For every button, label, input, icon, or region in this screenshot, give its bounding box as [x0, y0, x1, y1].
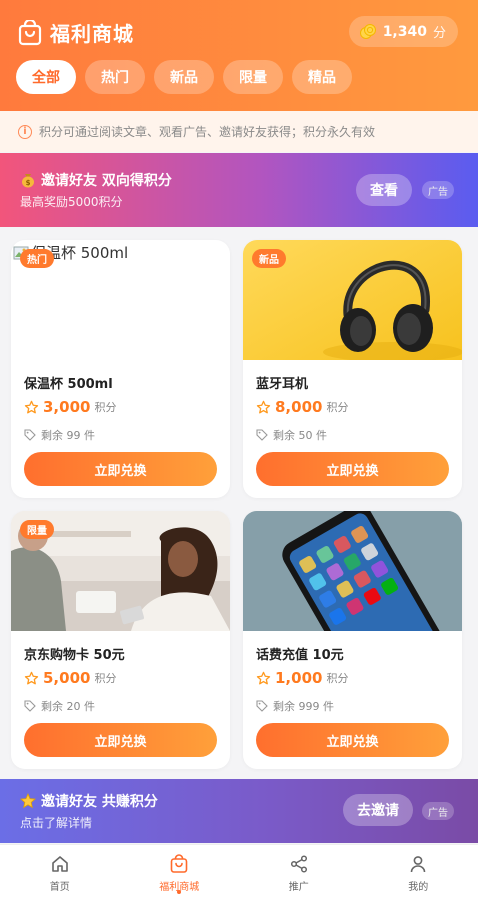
share-icon — [290, 855, 307, 873]
product-card[interactable]: 保温杯 500ml 热门 保温杯 500ml 3,000 积分 剩余 99 件 … — [11, 240, 230, 498]
product-name: 保温杯 500ml — [24, 377, 113, 392]
product-name: 蓝牙耳机 — [256, 377, 309, 392]
active-indicator — [177, 890, 182, 894]
star-icon — [20, 793, 36, 809]
coin-icon — [359, 23, 376, 39]
price-value: 3,000 — [43, 398, 91, 416]
star-icon — [256, 671, 271, 684]
redeem-button[interactable]: 立即兑换 — [256, 452, 449, 486]
nav-home[interactable]: 首页 — [0, 845, 120, 899]
star-icon — [256, 400, 271, 413]
price-unit: 积分 — [94, 672, 117, 685]
points-balance[interactable]: 1,340 分 — [348, 16, 458, 47]
ad-tag: 广告 — [422, 802, 454, 820]
tab-limited[interactable]: 限量 — [223, 60, 283, 94]
banner-title: 邀请好友 共赚积分 — [41, 794, 158, 810]
product-price: 8,000 积分 — [256, 398, 348, 416]
star-icon — [24, 671, 39, 684]
header: 福利商城 1,340 分 全部 热门 新品 限量 精品 — [0, 0, 478, 111]
shopping-bag-icon — [170, 854, 188, 873]
product-card[interactable]: 话费充值 10元 1,000 积分 剩余 999 件 立即兑换 — [243, 511, 462, 769]
notice-bar: i 积分可通过阅读文章、观看广告、邀请好友获得；积分永久有效 — [0, 111, 478, 152]
invite-button[interactable]: 去邀请 — [343, 794, 413, 826]
product-stock: 剩余 99 件 — [24, 427, 95, 443]
product-card[interactable]: 限量 京东购物卡 50元 5,000 积分 剩余 20 件 立即兑换 — [11, 511, 230, 769]
product-name: 京东购物卡 50元 — [24, 648, 125, 663]
price-unit: 积分 — [94, 401, 117, 414]
product-stock: 剩余 20 件 — [24, 698, 95, 714]
badge-hot: 热门 — [20, 249, 54, 268]
user-icon — [410, 856, 426, 873]
category-tabs: 全部 热门 新品 限量 精品 — [16, 60, 352, 94]
view-button[interactable]: 查看 — [356, 174, 412, 206]
price-value: 8,000 — [275, 398, 323, 416]
home-icon — [51, 856, 68, 872]
ad-tag: 广告 — [422, 181, 454, 199]
product-price: 3,000 积分 — [24, 398, 116, 416]
tag-icon — [24, 429, 36, 441]
redeem-button[interactable]: 立即兑换 — [24, 452, 217, 486]
money-bag-icon: $ — [22, 174, 34, 188]
banner-subtitle: 点击了解详情 — [20, 816, 93, 830]
product-price: 1,000 积分 — [256, 669, 348, 687]
points-unit: 分 — [432, 26, 446, 41]
notice-text: 积分可通过阅读文章、观看广告、邀请好友获得；积分永久有效 — [39, 125, 376, 139]
price-unit: 积分 — [326, 401, 349, 414]
svg-text:$: $ — [26, 179, 31, 187]
nav-mall[interactable]: 福利商城 — [120, 845, 240, 899]
nav-promote[interactable]: 推广 — [239, 845, 359, 899]
star-icon — [24, 400, 39, 413]
page-title: 福利商城 — [50, 22, 134, 46]
brand: 福利商城 — [18, 18, 134, 47]
tab-new[interactable]: 新品 — [154, 60, 214, 94]
tag-icon — [24, 700, 36, 712]
product-card[interactable]: 新品 蓝牙耳机 8,000 积分 剩余 50 件 立即兑换 — [243, 240, 462, 498]
phone-photo — [243, 511, 462, 631]
tab-premium[interactable]: 精品 — [292, 60, 352, 94]
points-value: 1,340 — [382, 23, 427, 40]
product-stock: 剩余 999 件 — [256, 698, 334, 714]
badge-new: 新品 — [252, 249, 286, 268]
bottom-nav: 首页 福利商城 推广 我的 — [0, 844, 478, 899]
invite-banner-top[interactable]: $ 邀请好友 双向得积分 最高奖励5000积分 查看 广告 — [0, 153, 478, 227]
info-icon: i — [18, 124, 32, 139]
tag-icon — [256, 429, 268, 441]
product-price: 5,000 积分 — [24, 669, 116, 687]
shopping-bag-icon — [18, 19, 42, 45]
tab-all[interactable]: 全部 — [16, 60, 76, 94]
product-image — [243, 511, 462, 631]
banner-subtitle: 最高奖励5000积分 — [20, 195, 123, 209]
redeem-button[interactable]: 立即兑换 — [256, 723, 449, 757]
redeem-button[interactable]: 立即兑换 — [24, 723, 217, 757]
tab-hot[interactable]: 热门 — [85, 60, 145, 94]
banner-title: 邀请好友 双向得积分 — [41, 173, 172, 189]
price-unit: 积分 — [326, 672, 349, 685]
price-value: 1,000 — [275, 669, 323, 687]
product-name: 话费充值 10元 — [256, 648, 344, 663]
badge-limited: 限量 — [20, 520, 54, 539]
nav-profile[interactable]: 我的 — [359, 845, 478, 899]
invite-banner-bottom[interactable]: 邀请好友 共赚积分 点击了解详情 去邀请 广告 — [0, 779, 478, 843]
price-value: 5,000 — [43, 669, 91, 687]
product-stock: 剩余 50 件 — [256, 427, 327, 443]
tag-icon — [256, 700, 268, 712]
